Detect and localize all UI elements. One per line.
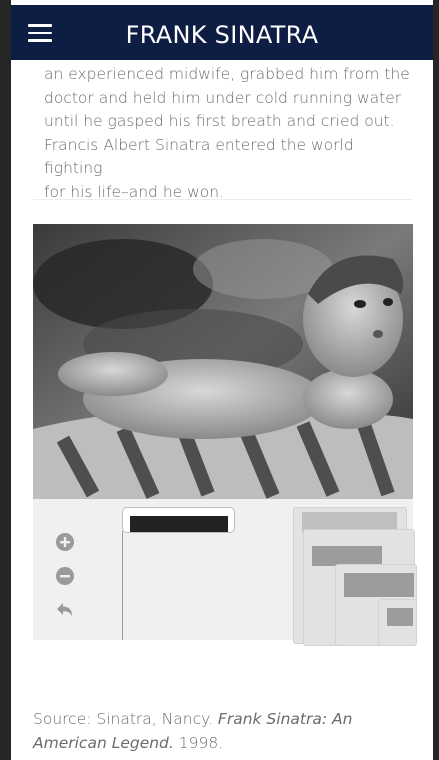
source-caption: Source: Sinatra, Nancy. Frank Sinatra: A… — [33, 707, 413, 755]
thumbnail-divider — [122, 531, 123, 640]
caption-prefix: Source: Sinatra, Nancy. — [33, 710, 218, 728]
zoom-out-icon[interactable] — [55, 566, 75, 586]
thumbnail-strip — [33, 499, 417, 646]
app-content: FRANK SINATRA an experienced midwife, gr… — [11, 0, 433, 760]
article-line: Francis Albert Sinatra entered the world… — [44, 135, 354, 178]
divider — [33, 199, 413, 200]
image-viewer — [33, 224, 417, 646]
page-title: FRANK SINATRA — [125, 21, 319, 49]
reset-icon[interactable] — [55, 600, 75, 620]
window-frame-left — [0, 0, 11, 760]
article-line: until he gasped his first breath and cri… — [44, 112, 395, 130]
article-line: for his life–and he won. — [44, 182, 225, 201]
zoom-in-icon[interactable] — [55, 532, 75, 552]
caption-year: 1998. — [173, 734, 224, 752]
window-frame-right — [433, 0, 439, 760]
article-line: an experienced midwife, grabbed him from… — [44, 65, 410, 83]
thumbnail-stack[interactable] — [378, 599, 417, 646]
thumbnail-active[interactable] — [122, 507, 235, 533]
top-bar: FRANK SINATRA — [11, 5, 433, 60]
article-text: an experienced midwife, grabbed him from… — [44, 63, 414, 204]
baby-photo[interactable] — [33, 224, 413, 499]
article-line: doctor and held him under cold running w… — [44, 88, 402, 107]
